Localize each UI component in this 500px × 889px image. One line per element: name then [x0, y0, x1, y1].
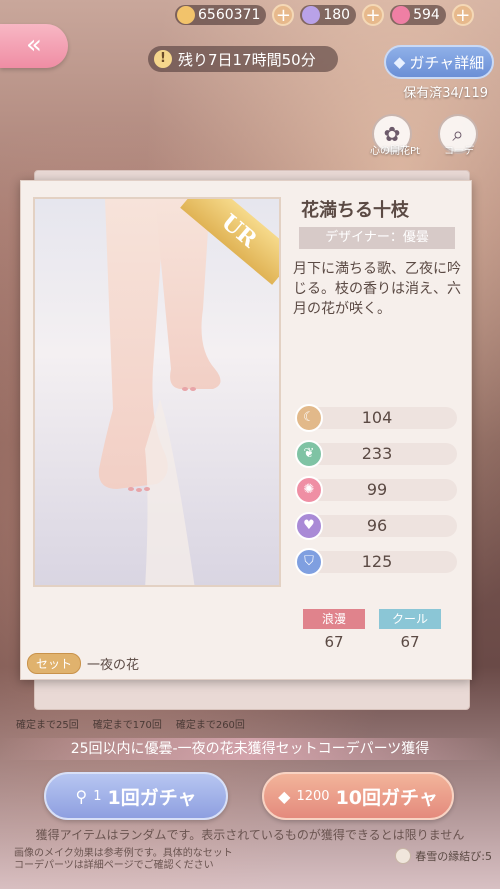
- key-icon: ⚲: [75, 786, 88, 806]
- set-pill: セット: [27, 653, 82, 674]
- diamond-counter: 180: [300, 5, 357, 25]
- item-image: UR: [33, 197, 281, 587]
- item-card: UR 花満ちる十枝 デザイナー：優曇 月下に満ちる歌、乙夜に吟じる。枝の香りは消…: [20, 180, 472, 680]
- spring-snow-counter[interactable]: 春雪の縁結び:5: [395, 848, 492, 864]
- milestone-row: 確定まで25回 確定まで170回 確定まで260回: [16, 716, 245, 731]
- stat-sweet: ✺ 99: [295, 476, 457, 504]
- tag-romantic-value: 67: [324, 633, 344, 651]
- crystal-icon: [392, 6, 411, 24]
- footnote-line-1: 画像のメイク効果は参考例です。具体的なセット: [14, 848, 233, 859]
- add-diamonds-button[interactable]: +: [362, 4, 385, 26]
- stat-value: 96: [366, 516, 388, 535]
- crystal-counter: 594: [390, 5, 446, 25]
- stat-value: 99: [366, 480, 388, 499]
- designer-label: デザイナー：優曇: [299, 227, 455, 249]
- milestone-item: 確定まで25回: [16, 720, 79, 731]
- event-timer: ! 残り7日17時間50分: [148, 46, 338, 72]
- crystal-value: 594: [413, 7, 440, 23]
- add-coins-button[interactable]: +: [272, 4, 295, 26]
- footnote-line-2: コーデパーツは詳細ページでご確認ください: [14, 860, 214, 871]
- gacha-detail-button[interactable]: ◆ ガチャ詳細: [384, 45, 494, 79]
- set-name: 一夜の花: [87, 658, 140, 673]
- key-icon: [395, 848, 412, 864]
- single-cost: 1: [93, 788, 102, 804]
- gacha-detail-label: ガチャ詳細: [409, 53, 485, 72]
- alert-icon: !: [154, 50, 172, 68]
- coin-value: 6560371: [198, 7, 261, 23]
- spring-snow-label: 春雪の縁結び:5: [415, 850, 492, 863]
- guarantee-banner: 25回以内に優曇-一夜の花未獲得セットコーデパーツ獲得: [0, 738, 500, 760]
- milestone-item: 確定まで170回: [92, 720, 162, 731]
- random-notice: 獲得アイテムはランダムです。表示されているものが獲得できるとは限りません: [35, 828, 465, 842]
- stat-fresh: ❦ 233: [295, 440, 457, 468]
- stat-value: 233: [361, 444, 393, 463]
- add-crystals-button[interactable]: +: [451, 4, 474, 26]
- timer-text: 残り7日17時間50分: [178, 50, 316, 69]
- item-description: 月下に満ちる歌、乙夜に吟じる。枝の香りは消え、六月の花が咲く。: [293, 261, 461, 317]
- single-label: 1回ガチャ: [107, 786, 197, 809]
- stat-cool: ⛉ 125: [295, 548, 457, 576]
- item-title: 花満ちる十枝: [301, 200, 409, 221]
- stat-value: 125: [361, 552, 393, 571]
- coin-icon: [177, 6, 195, 24]
- bloom-points-label: 心の開花Pt: [370, 146, 420, 157]
- ten-gacha-button[interactable]: ◆ 1200 10回ガチャ: [262, 772, 454, 820]
- stat-value: 104: [361, 408, 393, 427]
- currency-bar: 6560371 + 180 + 594 +: [175, 4, 492, 26]
- ten-label: 10回ガチャ: [335, 786, 438, 809]
- owned-count: 保有済34/119: [403, 86, 488, 101]
- diamond-icon: [302, 6, 321, 24]
- single-gacha-button[interactable]: ⚲ 1 1回ガチャ: [44, 772, 228, 820]
- diamond-icon: ◆: [393, 53, 406, 71]
- outfit-label: コーデ: [444, 146, 474, 157]
- tag-cool: クール: [379, 609, 441, 629]
- stat-sexy: ♥ 96: [295, 512, 457, 540]
- tag-romantic: 浪漫: [303, 609, 365, 629]
- stat-elegant: ☾ 104: [295, 404, 457, 432]
- stat-list: ☾ 104 ❦ 233 ✺ 99 ♥ 96 ⛉ 125: [295, 404, 457, 587]
- ten-cost: 1200: [296, 788, 330, 804]
- footnote: 画像のメイク効果は参考例です。具体的なセット コーデパーツは詳細ページでご確認く…: [14, 848, 233, 872]
- milestone-item: 確定まで260回: [175, 720, 245, 731]
- coin-counter: 6560371: [175, 5, 267, 25]
- crystal-icon: ◆: [278, 786, 291, 806]
- tag-cool-value: 67: [400, 633, 420, 651]
- set-row[interactable]: セット 一夜の花: [27, 653, 139, 674]
- back-button[interactable]: «: [0, 24, 68, 68]
- diamond-value: 180: [323, 7, 351, 23]
